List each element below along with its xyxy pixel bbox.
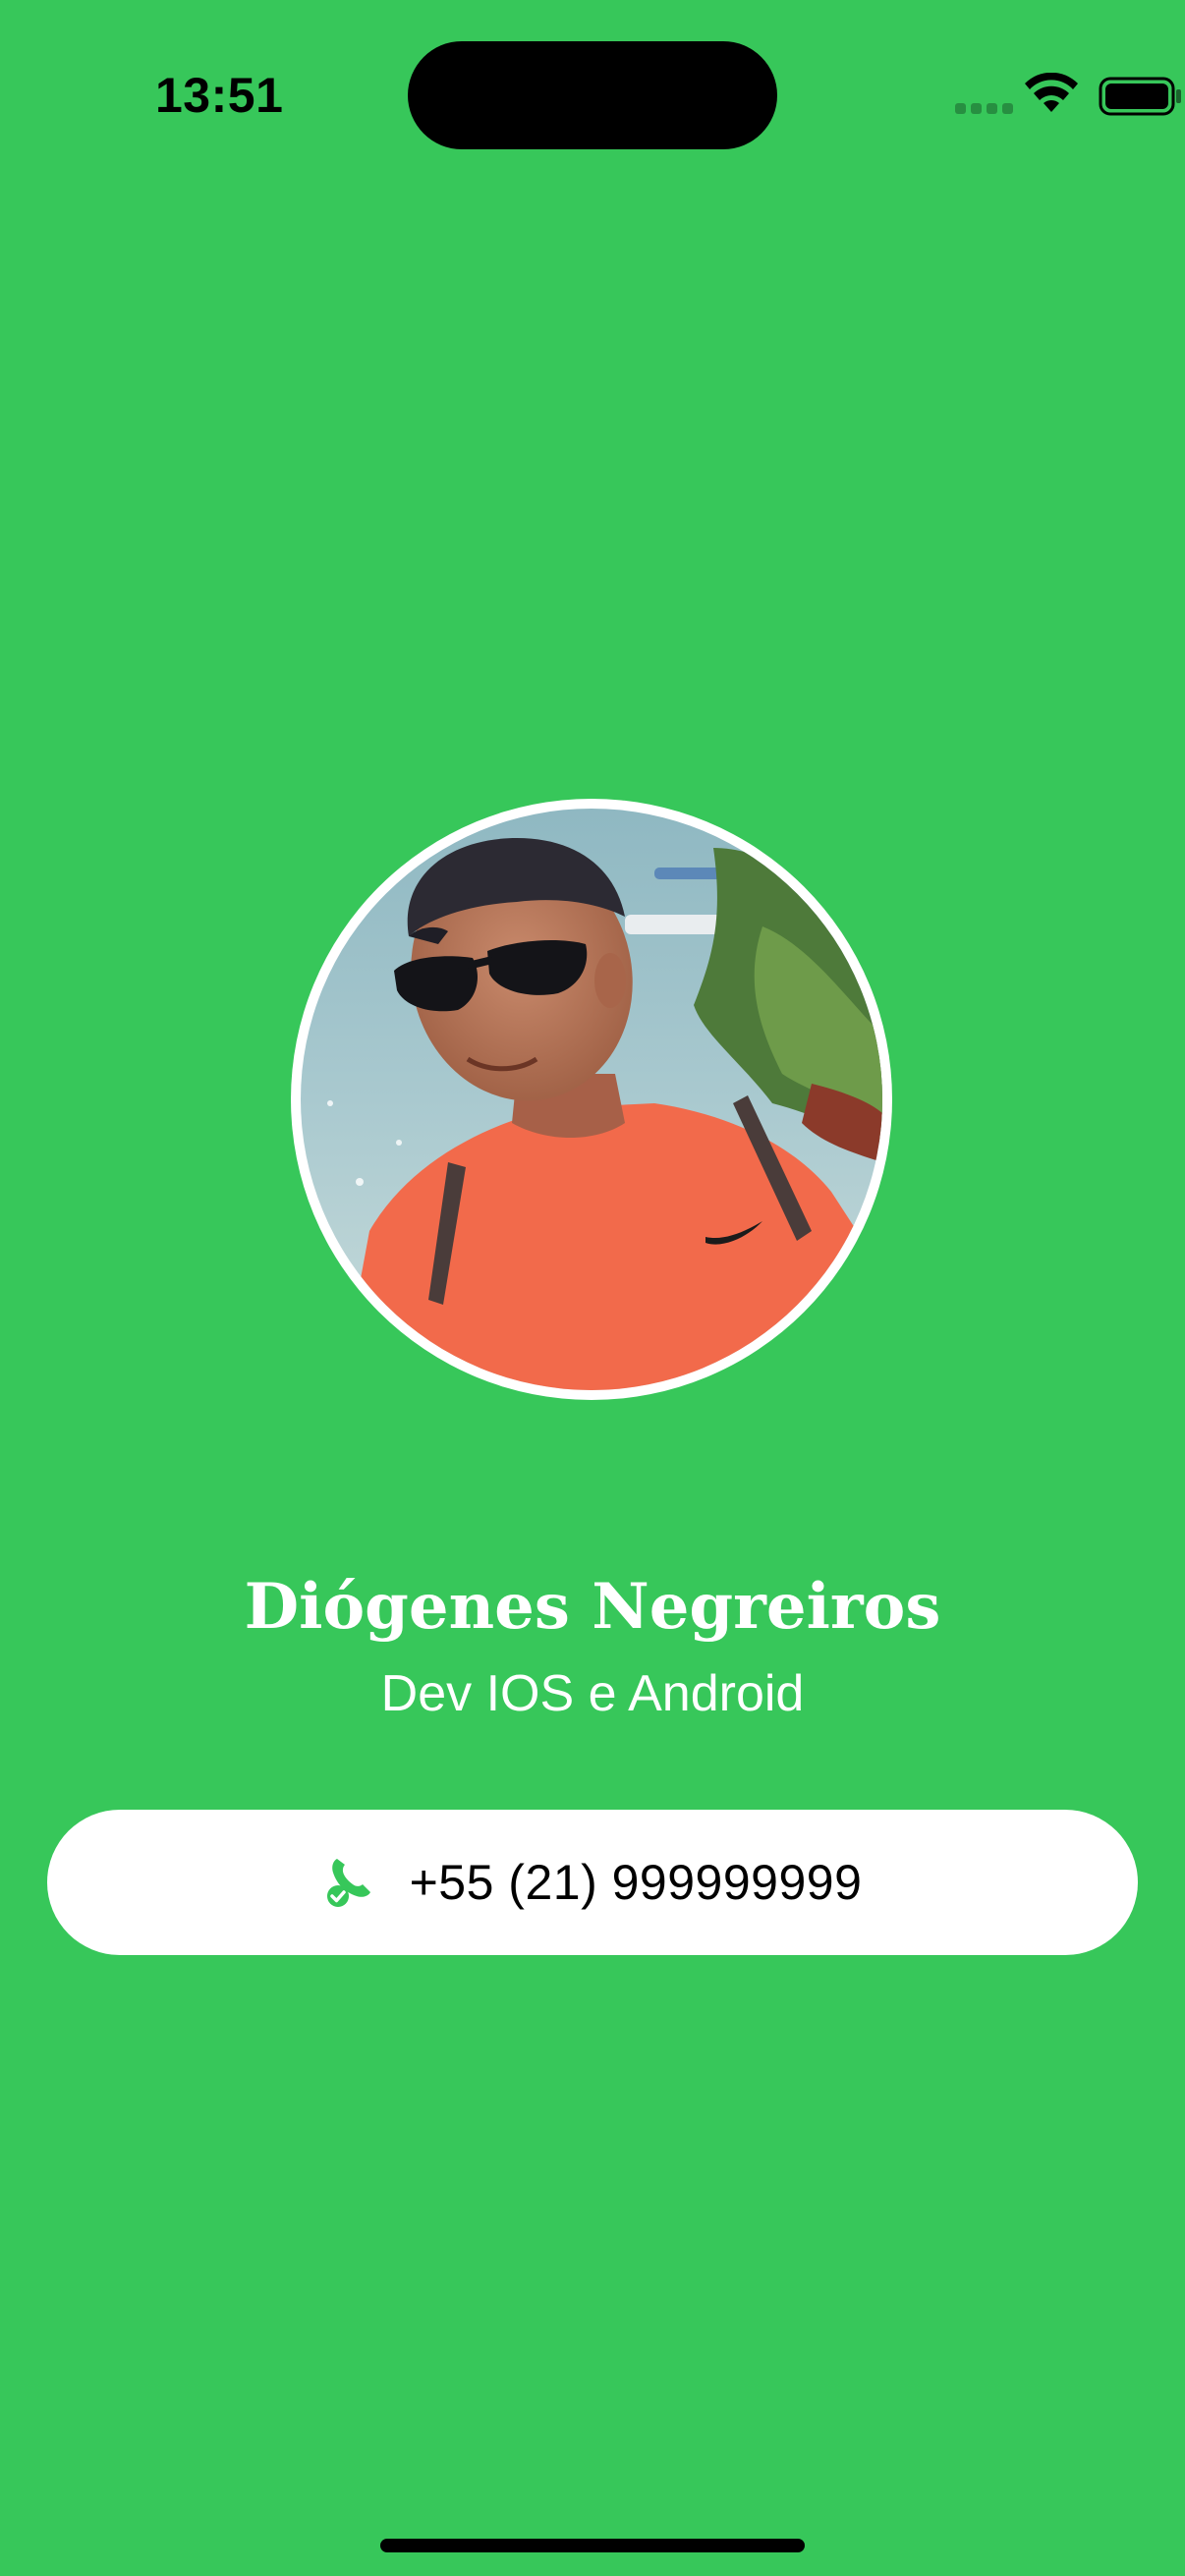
home-indicator[interactable] [380, 2539, 805, 2552]
phone-call-button[interactable]: +55 (21) 999999999 [47, 1810, 1138, 1955]
dynamic-island [408, 41, 777, 149]
profile-name: Diógenes Negreiros [244, 1570, 941, 1644]
phone-number: +55 (21) 999999999 [409, 1855, 863, 1910]
wifi-icon [1025, 73, 1078, 112]
battery-icon [1099, 77, 1181, 116]
cellular-signal-icon [955, 103, 1014, 115]
avatar [291, 799, 892, 1400]
status-icons [890, 69, 1185, 118]
profile-photo [301, 809, 882, 1390]
status-time: 13:51 [155, 68, 284, 123]
phone-verified-icon [326, 1859, 370, 1907]
profile-role: Dev IOS e Android [380, 1665, 805, 1722]
